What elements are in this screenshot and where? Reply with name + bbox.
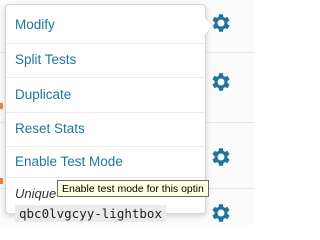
menu-item-modify[interactable]: Modify	[15, 17, 55, 32]
test-mode-tooltip: Enable test mode for this optin	[57, 180, 209, 197]
menu-divider	[6, 177, 205, 178]
row-status-mark	[0, 103, 3, 109]
menu-item-enable-test-mode[interactable]: Enable Test Mode	[15, 154, 123, 169]
menu-divider	[6, 77, 205, 78]
gear-icon[interactable]	[209, 201, 233, 225]
menu-divider	[6, 43, 205, 44]
menu-item-duplicate[interactable]: Duplicate	[15, 87, 71, 102]
menu-divider	[6, 112, 205, 113]
unique-id-code[interactable]: qbc0lvgcyy-lightbox	[15, 205, 166, 222]
menu-divider	[6, 146, 205, 147]
gear-icon[interactable]	[209, 145, 233, 169]
menu-item-split-tests[interactable]: Split Tests	[15, 52, 76, 67]
gear-icon[interactable]	[209, 70, 233, 94]
menu-item-reset-stats[interactable]: Reset Stats	[15, 121, 85, 136]
menu-pointer-inner	[205, 18, 213, 34]
unique-id-label: Unique	[15, 186, 57, 201]
row-status-mark	[0, 178, 3, 184]
